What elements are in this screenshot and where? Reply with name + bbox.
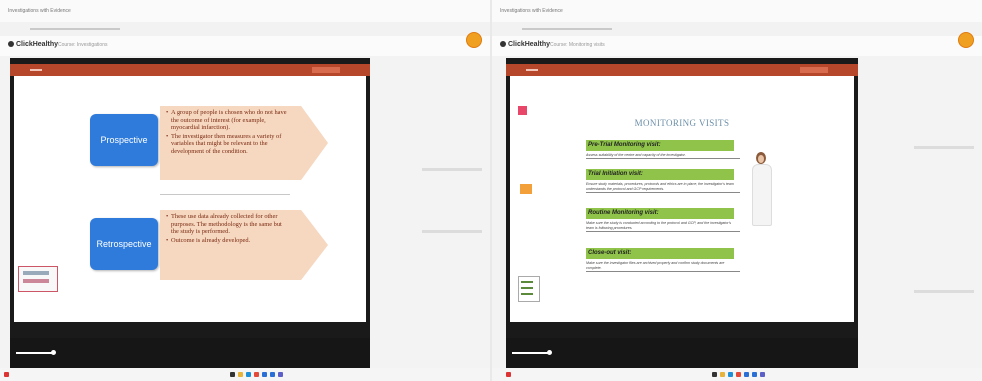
visit-description: Assess suitability of the centre and cap… [586,153,740,159]
presentation-viewer: MONITORING VISITS Pre-Trial Monitoring v… [506,58,858,368]
browser-titlebar: Investigations with Evidence [0,0,490,22]
teams-icon[interactable] [760,372,765,377]
left-screen: Investigations with Evidence ClickHealth… [0,0,490,381]
slide-thumbnail[interactable] [518,276,540,302]
chrome-icon[interactable] [254,372,259,377]
address-bar[interactable] [0,22,490,36]
category-label: Retrospective [96,239,152,249]
description-arrow: A group of people is chosen who do not h… [160,106,328,180]
bullet-text: The investigator then measures a variety… [166,133,288,156]
presentation-viewer: Prospective A group of people is chosen … [10,58,370,368]
doctor-illustration [750,150,772,230]
teams-icon[interactable] [278,372,283,377]
ppt-ribbon [10,64,370,76]
address-bar[interactable] [492,22,982,36]
app-logo[interactable]: ClickHealthy [8,41,58,48]
category-box-prospective: Prospective [90,114,158,166]
app-header: ClickHealthy Course: Monitoring visits [492,36,982,56]
seek-bar[interactable] [512,350,552,355]
category-box-retrospective: Retrospective [90,218,158,270]
app-caption: Course: Monitoring visits [550,42,605,48]
slide-title: MONITORING VISITS [634,118,730,128]
mail-icon[interactable] [744,372,749,377]
slide-thumbnail[interactable] [520,184,532,194]
taskbar [0,368,490,381]
slide-canvas: MONITORING VISITS Pre-Trial Monitoring v… [510,76,854,322]
browser-tab-title[interactable]: Investigations with Evidence [500,8,563,14]
start-icon[interactable] [4,372,9,377]
side-panel-line [422,230,482,233]
folder-icon[interactable] [238,372,243,377]
browser-tab-title[interactable]: Investigations with Evidence [8,8,71,14]
visit-heading: Routine Monitoring visit: [586,208,734,219]
store-icon[interactable] [270,372,275,377]
browser-icon[interactable] [728,372,733,377]
bullet-text: A group of people is chosen who do not h… [166,109,288,132]
present-button[interactable] [312,67,340,73]
side-panel-line [914,290,974,293]
ppt-ribbon [506,64,858,76]
right-screen: Investigations with Evidence ClickHealth… [492,0,982,381]
visit-heading: Pre-Trial Monitoring visit: [586,140,734,151]
slide-thumbnail[interactable] [518,106,527,115]
visit-heading: Trial Initiation visit: [586,169,734,180]
visit-heading: Close-out visit: [586,248,734,259]
bullet-text: Outcome is already developed. [166,237,288,245]
store-icon[interactable] [752,372,757,377]
profile-avatar-icon[interactable] [466,32,482,48]
visit-description: Make sure the study is conducted accordi… [586,221,740,232]
description-arrow: These use data already collected for oth… [160,210,328,280]
taskbar [492,368,982,381]
slide-canvas: Prospective A group of people is chosen … [14,76,366,322]
browser-icon[interactable] [246,372,251,377]
browser-titlebar: Investigations with Evidence [492,0,982,22]
video-controls [506,338,858,368]
side-panel-line [914,146,974,149]
search-icon[interactable] [230,372,235,377]
search-icon[interactable] [712,372,717,377]
bullet-text: These use data already collected for oth… [166,213,288,236]
video-controls [10,338,370,368]
visit-description: Make sure the investigator files are arc… [586,261,740,272]
taskbar-icon-windows[interactable] [160,372,165,377]
app-header: ClickHealthy Course: Investigations [0,36,490,56]
divider [160,194,290,195]
present-button[interactable] [800,67,828,73]
folder-icon[interactable] [720,372,725,377]
mail-icon[interactable] [262,372,267,377]
visit-description: Ensure study materials, procedures, prot… [586,182,740,193]
slide-thumbnail[interactable] [18,266,58,292]
menu-icon[interactable] [526,69,538,71]
app-caption: Course: Investigations [58,42,108,48]
side-panel-line [422,168,482,171]
category-label: Prospective [100,135,148,145]
chrome-icon[interactable] [736,372,741,377]
start-icon[interactable] [506,372,511,377]
seek-bar[interactable] [16,350,56,355]
menu-icon[interactable] [30,69,42,71]
app-logo[interactable]: ClickHealthy [500,41,550,48]
profile-avatar-icon[interactable] [958,32,974,48]
